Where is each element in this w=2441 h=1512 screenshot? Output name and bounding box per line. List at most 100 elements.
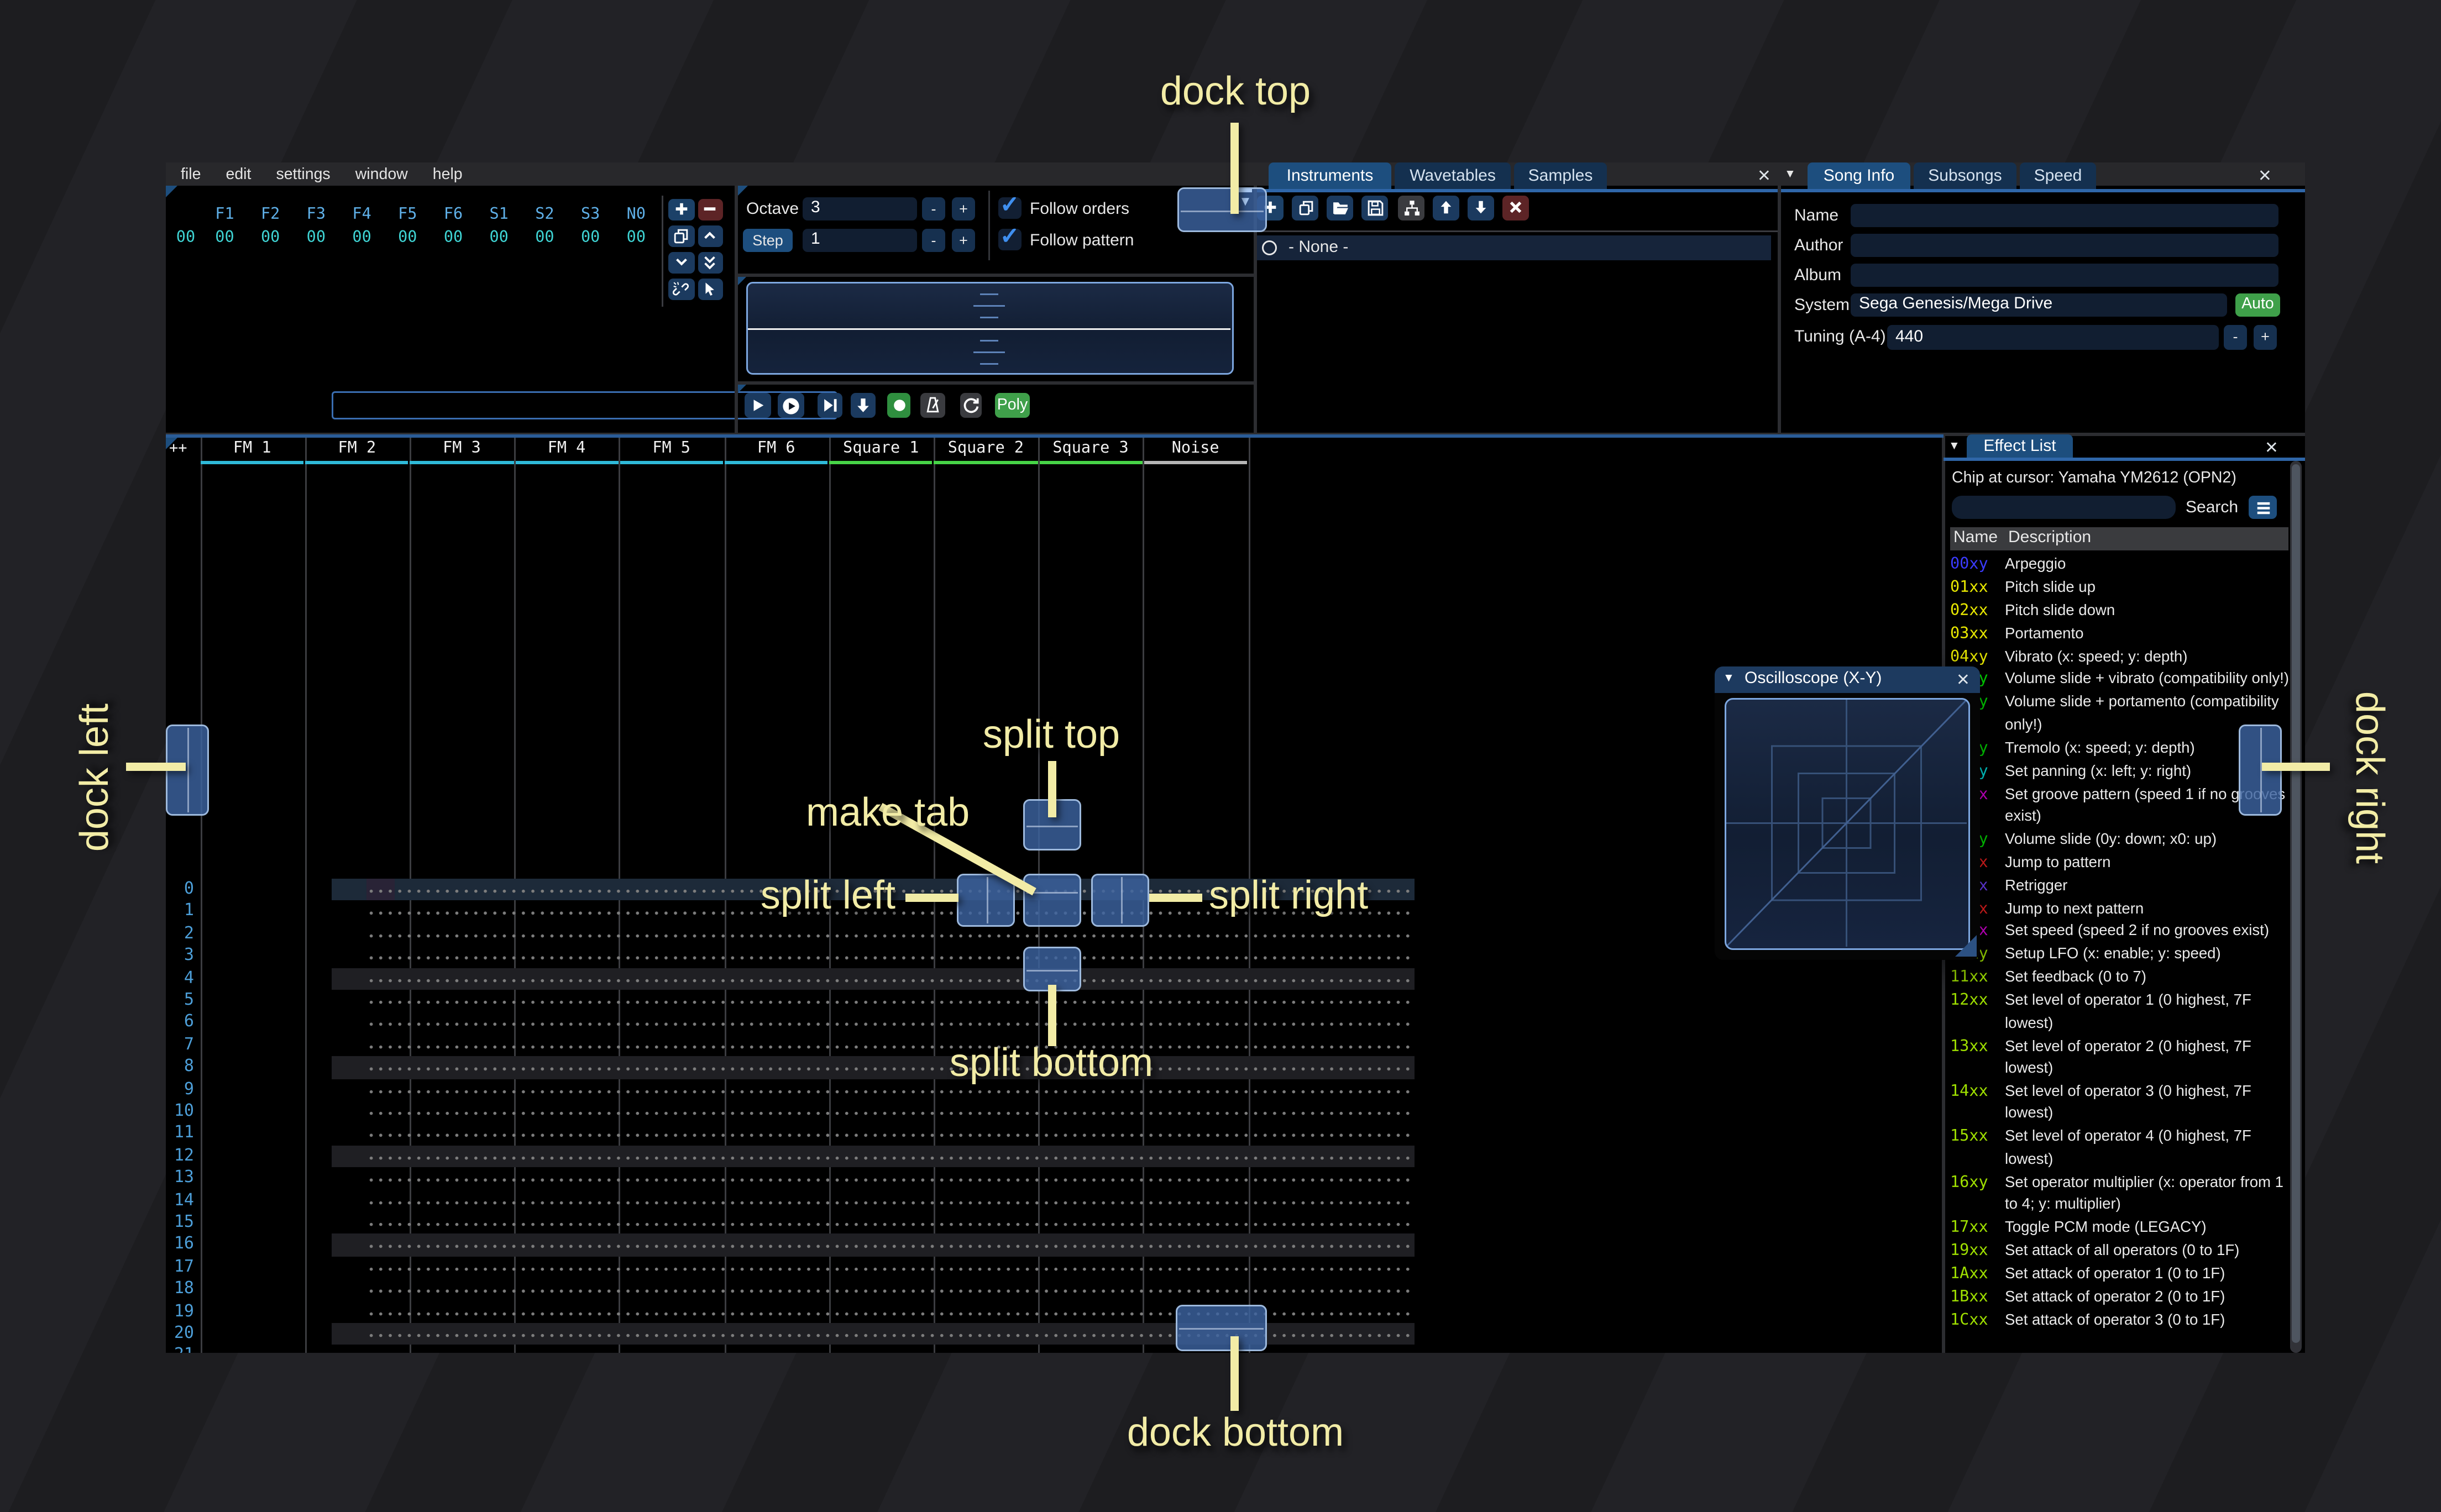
instrument-open-button[interactable] bbox=[1327, 196, 1353, 220]
dock-top-target[interactable] bbox=[1177, 187, 1267, 232]
tuning-input[interactable]: 440 bbox=[1887, 324, 2219, 349]
poly-button[interactable]: Poly bbox=[995, 393, 1030, 418]
order-column-header[interactable]: N0 bbox=[618, 206, 654, 224]
channel-header-fm-6[interactable]: FM 6 bbox=[724, 439, 829, 458]
follow-pattern-checkbox[interactable]: ✓ bbox=[998, 222, 1021, 250]
order-column-header[interactable]: F1 bbox=[207, 206, 243, 224]
pattern-row[interactable] bbox=[366, 1145, 1414, 1168]
order-column-header[interactable]: S3 bbox=[572, 206, 609, 224]
order-column-header[interactable]: F4 bbox=[344, 206, 380, 224]
instrument-toggle-folders-button[interactable] bbox=[1398, 196, 1424, 220]
pattern-row[interactable] bbox=[366, 1078, 1414, 1101]
instrument-delete-button[interactable] bbox=[1502, 196, 1529, 220]
effect-row-1Cxx[interactable]: 1Cxx Set attack of operator 3 (0 to 1F) bbox=[1950, 1309, 2290, 1332]
order-duplicate-button[interactable] bbox=[668, 224, 694, 247]
octave-input[interactable]: 3 bbox=[803, 197, 917, 220]
name-input[interactable] bbox=[1851, 203, 2278, 227]
order-cell[interactable]: 00 bbox=[344, 229, 380, 247]
tab-wavetables[interactable]: Wavetables bbox=[1395, 162, 1511, 189]
instrument-duplicate-button[interactable] bbox=[1292, 196, 1318, 220]
order-column-header[interactable]: S2 bbox=[526, 206, 563, 224]
tab-subsongs[interactable]: Subsongs bbox=[1914, 162, 2016, 189]
album-input[interactable] bbox=[1851, 262, 2278, 286]
repeat-pattern-button[interactable] bbox=[960, 393, 982, 418]
pattern-row[interactable] bbox=[366, 1278, 1414, 1301]
make-tab-target[interactable] bbox=[1023, 874, 1081, 927]
step-row-button[interactable] bbox=[851, 393, 876, 418]
collapse-icon[interactable]: ▼ bbox=[1239, 189, 1252, 208]
order-column-header[interactable]: S1 bbox=[481, 206, 517, 224]
collapse-icon[interactable]: ▼ bbox=[1784, 169, 1796, 181]
close-icon[interactable]: × bbox=[2259, 164, 2271, 186]
dock-bottom-target[interactable] bbox=[1176, 1305, 1267, 1351]
pattern-row[interactable] bbox=[366, 1012, 1414, 1035]
close-icon[interactable]: × bbox=[2265, 435, 2278, 457]
order-remove-button[interactable] bbox=[697, 198, 723, 221]
channel-header-noise[interactable]: Noise bbox=[1143, 439, 1248, 458]
instrument-move-up-button[interactable] bbox=[1433, 196, 1459, 220]
tab-song-info[interactable]: Song Info bbox=[1808, 162, 1910, 189]
pattern-row[interactable] bbox=[366, 923, 1414, 946]
close-icon[interactable]: × bbox=[1957, 668, 1969, 690]
effect-row-00xy[interactable]: 00xy Arpeggio bbox=[1950, 554, 2290, 576]
effect-row-0Bxx[interactable]: 0BxxJump to pattern bbox=[1950, 852, 2290, 874]
metronome-button[interactable] bbox=[920, 393, 945, 418]
collapse-icon[interactable]: ▼ bbox=[1723, 673, 1735, 685]
pattern-row[interactable] bbox=[366, 1256, 1414, 1279]
oscilloscope-window[interactable]: ▼ Oscilloscope (X-Y) × bbox=[1715, 666, 1980, 960]
octave-plus-button[interactable]: + bbox=[952, 197, 975, 220]
channel-header-fm-4[interactable]: FM 4 bbox=[514, 439, 619, 458]
channel-separator[interactable] bbox=[305, 438, 307, 1353]
pattern-row[interactable] bbox=[366, 1056, 1414, 1079]
pattern-row[interactable] bbox=[366, 945, 1414, 968]
pattern-row[interactable] bbox=[366, 1123, 1414, 1146]
instrument-save-button[interactable] bbox=[1361, 196, 1388, 220]
effect-search-input[interactable] bbox=[1952, 496, 2176, 519]
pattern-row[interactable] bbox=[366, 1167, 1414, 1190]
play-button[interactable] bbox=[745, 393, 771, 418]
close-icon[interactable]: × bbox=[1758, 164, 1770, 186]
effect-row-05xy[interactable]: 05xyVolume slide + vibrato (compatibilit… bbox=[1950, 669, 2290, 691]
channel-header-square-1[interactable]: Square 1 bbox=[829, 439, 934, 458]
effect-row-11xx[interactable]: 11xx Set feedback (0 to 7) bbox=[1950, 967, 2290, 990]
pattern-row[interactable] bbox=[366, 1234, 1414, 1257]
order-move-up-button[interactable] bbox=[697, 224, 723, 247]
effect-row-17xx[interactable]: 17xx Toggle PCM mode (LEGACY) bbox=[1950, 1217, 2290, 1240]
follow-orders-checkbox[interactable]: ✓ bbox=[998, 190, 1021, 219]
effect-row-1Bxx[interactable]: 1Bxx Set attack of operator 2 (0 to 1F) bbox=[1950, 1286, 2290, 1309]
channel-separator[interactable] bbox=[200, 438, 202, 1353]
play-from-beginning-button[interactable] bbox=[778, 393, 804, 418]
order-cell[interactable]: 00 bbox=[481, 229, 517, 247]
channel-header-fm-2[interactable]: FM 2 bbox=[305, 439, 410, 458]
effect-row-0Dxx[interactable]: 0DxxJump to next pattern bbox=[1950, 898, 2290, 921]
pattern-row[interactable] bbox=[366, 1101, 1414, 1124]
order-cell[interactable]: 00 bbox=[435, 229, 472, 247]
dock-splitter[interactable] bbox=[735, 186, 737, 434]
pattern-row[interactable] bbox=[366, 967, 1414, 990]
collapse-icon[interactable]: ▼ bbox=[1948, 441, 1960, 453]
channel-header-square-2[interactable]: Square 2 bbox=[934, 439, 1039, 458]
menu-window[interactable]: window bbox=[355, 165, 408, 183]
effect-row-16xy[interactable]: 16xy Set operator multiplier (x: operator… bbox=[1950, 1172, 2290, 1216]
pattern-row[interactable] bbox=[366, 1034, 1414, 1057]
effect-row-0Axy[interactable]: 0AxyVolume slide (0y: down; x0: up) bbox=[1950, 829, 2290, 852]
order-cell[interactable]: 00 bbox=[207, 229, 243, 247]
order-column-header[interactable]: F6 bbox=[435, 206, 472, 224]
effect-row-12xx[interactable]: 12xx Set level of operator 1 (0 highest, … bbox=[1950, 990, 2290, 1035]
instrument-move-down-button[interactable] bbox=[1468, 196, 1494, 220]
order-cell[interactable]: 00 bbox=[618, 229, 654, 247]
tuning-plus-button[interactable]: + bbox=[2254, 324, 2277, 349]
note-preview-display[interactable] bbox=[746, 282, 1234, 375]
order-edit-mode-button[interactable] bbox=[697, 277, 723, 300]
effect-row-04xy[interactable]: 04xy Vibrato (x: speed; y: depth) bbox=[1950, 646, 2290, 669]
tab-samples[interactable]: Samples bbox=[1514, 162, 1607, 189]
order-column-header[interactable]: F3 bbox=[298, 206, 334, 224]
oscilloscope-titlebar[interactable]: ▼ Oscilloscope (X-Y) × bbox=[1715, 666, 1980, 692]
scrollbar[interactable] bbox=[2289, 461, 2301, 1353]
order-add-button[interactable] bbox=[668, 198, 694, 221]
dock-splitter[interactable] bbox=[736, 274, 1255, 276]
split-right-target[interactable] bbox=[1091, 874, 1149, 927]
pattern-corner-button[interactable]: ++ bbox=[169, 441, 187, 458]
effect-row-0Fxx[interactable]: 0FxxSet speed (speed 2 if no grooves exi… bbox=[1950, 921, 2290, 943]
step-plus-button[interactable]: + bbox=[952, 229, 975, 251]
